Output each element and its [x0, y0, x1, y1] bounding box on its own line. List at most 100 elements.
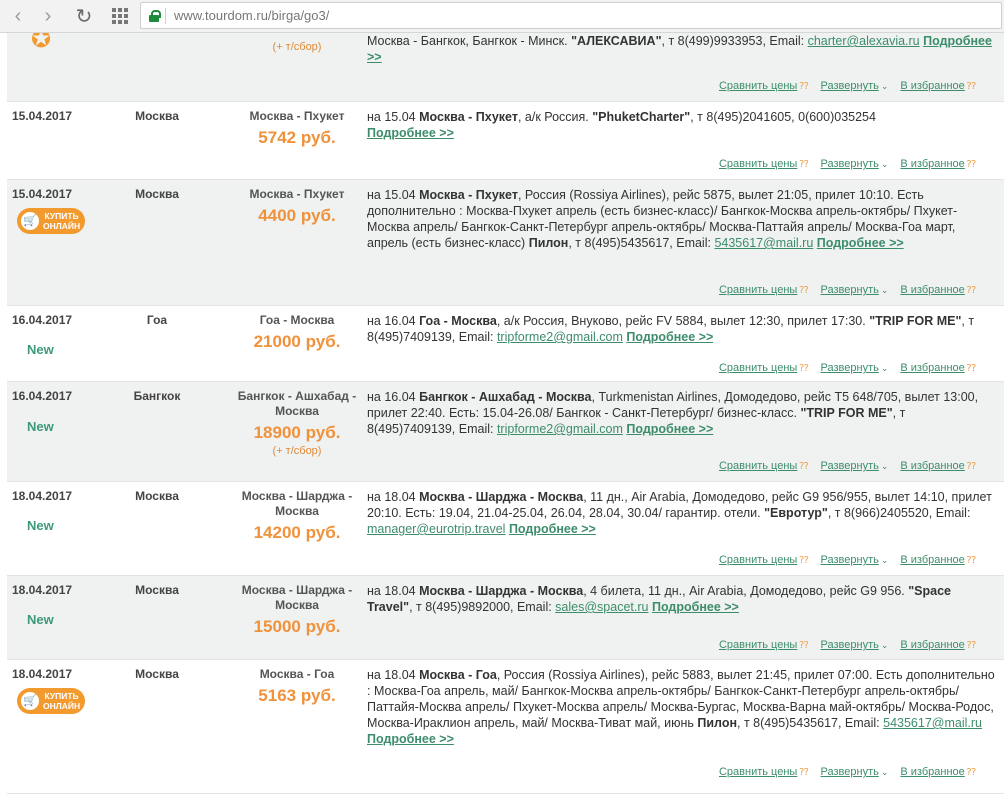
table-row: 16.04.2017 New Гоа Гоа - Москва 21000 ру… [7, 306, 1004, 382]
route-name: Москва - Пхукет [249, 187, 345, 201]
chevron-down-icon: ⌄ [880, 461, 889, 471]
route-name: Бангкок - Ашхабад - Москва [237, 389, 357, 418]
add-favorite-link[interactable]: В избранное [900, 158, 964, 170]
offer-description: на 18.04 Москва - Шарджа - Москва, 4 бил… [367, 584, 951, 614]
online-label: ОНЛАЙН [43, 221, 81, 231]
table-row: 16.04.2017 New Бангкок Бангкок - Ашхабад… [7, 382, 1004, 482]
offer-description: Москва - Бангкок, Бангкок - Минск. "АЛЕК… [367, 34, 992, 64]
apps-grid-icon[interactable] [108, 4, 132, 28]
chevron-down-icon: ⌄ [880, 767, 889, 777]
buy-online-button[interactable]: 🛒 КУПИТЬ ОНЛАЙН [17, 688, 85, 714]
charter-listing: ✪ (+ т/сбор) Москва - Бангкок, Бангкок -… [7, 33, 1004, 794]
url-text: www.tourdom.ru/birga/go3/ [174, 8, 330, 23]
add-favorite-link[interactable]: В избранное [900, 460, 964, 472]
address-bar[interactable]: www.tourdom.ru/birga/go3/ [140, 2, 1002, 29]
table-row: 18.04.2017 🛒 КУПИТЬ ОНЛАЙН Москва Москва … [7, 660, 1004, 794]
table-row: ✪ (+ т/сбор) Москва - Бангкок, Бангкок -… [7, 33, 1004, 102]
offer-description: на 18.04 Москва - Гоа, Россия (Rossiya A… [367, 668, 995, 746]
compare-prices-link[interactable]: Сравнить цены [719, 158, 797, 170]
help-icon: ⁇ [966, 461, 976, 472]
row-actions: Сравнить цены ⁇ Развернуть ⌄ В избранное ⁇ [719, 554, 976, 566]
chevron-down-icon: ⌄ [880, 159, 889, 169]
row-actions: Сравнить цены ⁇ Развернуть ⌄ В избранное ⁇ [719, 362, 976, 374]
expand-link[interactable]: Развернуть [821, 362, 879, 374]
compare-prices-link[interactable]: Сравнить цены [719, 80, 797, 92]
route-name: Гоа - Москва [259, 313, 335, 327]
reload-icon[interactable]: ↻ [72, 4, 96, 28]
help-icon: ⁇ [799, 640, 809, 651]
departure-date: 16.04.2017 [12, 313, 73, 327]
compare-prices-link[interactable]: Сравнить цены [719, 284, 797, 296]
forward-arrow-icon[interactable]: › [36, 4, 60, 28]
price: 5163 руб. [258, 686, 336, 705]
departure-city: Москва [135, 187, 179, 201]
expand-link[interactable]: Развернуть [821, 80, 879, 92]
new-badge: New [27, 518, 54, 533]
help-icon: ⁇ [799, 555, 809, 566]
expand-link[interactable]: Развернуть [821, 460, 879, 472]
add-favorite-link[interactable]: В избранное [900, 639, 964, 651]
route-name: Москва - Пхукет [249, 109, 345, 123]
new-badge: New [27, 612, 54, 627]
departure-city: Москва [135, 109, 179, 123]
offer-description: на 15.04 Москва - Пхукет, Россия (Rossiy… [367, 188, 958, 250]
compare-prices-link[interactable]: Сравнить цены [719, 639, 797, 651]
price: 18900 руб. [253, 423, 341, 442]
chevron-down-icon: ⌄ [880, 81, 889, 91]
online-label: ОНЛАЙН [43, 701, 81, 711]
price: 15000 руб. [253, 617, 341, 636]
cart-icon: 🛒 [21, 692, 39, 710]
row-actions: Сравнить цены ⁇ Развернуть ⌄ В избранное ⁇ [719, 158, 976, 170]
table-row: 18.04.2017 New Москва Москва - Шарджа - … [7, 482, 1004, 576]
expand-link[interactable]: Развернуть [821, 554, 879, 566]
price: 4400 руб. [258, 206, 336, 225]
departure-date: 18.04.2017 [12, 583, 73, 597]
tax-note: (+ т/сбор) [272, 445, 322, 457]
help-icon: ⁇ [799, 767, 809, 778]
compare-prices-link[interactable]: Сравнить цены [719, 554, 797, 566]
buy-label: КУПИТЬ [44, 211, 79, 221]
chevron-down-icon: ⌄ [880, 640, 889, 650]
compare-prices-link[interactable]: Сравнить цены [719, 362, 797, 374]
departure-city: Гоа [146, 313, 168, 327]
table-row: 15.04.2017 Москва Москва - Пхукет 5742 р… [7, 102, 1004, 180]
browser-toolbar: ‹ › ↻ www.tourdom.ru/birga/go3/ [0, 0, 1004, 33]
route-name: Москва - Шарджа - Москва [241, 489, 353, 518]
help-icon: ⁇ [799, 159, 809, 170]
price: 5742 руб. [258, 128, 336, 147]
price: 21000 руб. [253, 332, 341, 351]
table-row: 15.04.2017 🛒 КУПИТЬ ОНЛАЙН Москва Москва … [7, 180, 1004, 306]
new-badge: New [27, 419, 54, 434]
help-icon: ⁇ [799, 461, 809, 472]
departure-date: 15.04.2017 [12, 187, 73, 201]
help-icon: ⁇ [966, 159, 976, 170]
departure-date: 18.04.2017 [12, 489, 73, 503]
back-arrow-icon[interactable]: ‹ [6, 4, 30, 28]
compare-prices-link[interactable]: Сравнить цены [719, 766, 797, 778]
expand-link[interactable]: Развернуть [821, 158, 879, 170]
buy-online-button[interactable]: 🛒 КУПИТЬ ОНЛАЙН [17, 208, 85, 234]
add-favorite-link[interactable]: В избранное [900, 284, 964, 296]
help-icon: ⁇ [966, 767, 976, 778]
expand-link[interactable]: Развернуть [821, 766, 879, 778]
chevron-down-icon: ⌄ [880, 555, 889, 565]
add-favorite-link[interactable]: В избранное [900, 766, 964, 778]
route-name: Москва - Шарджа - Москва [241, 583, 353, 612]
offer-description: на 16.04 Бангкок - Ашхабад - Москва, Tur… [367, 390, 979, 436]
help-icon: ⁇ [799, 285, 809, 296]
compare-prices-link[interactable]: Сравнить цены [719, 460, 797, 472]
lock-icon [149, 9, 161, 22]
help-icon: ⁇ [966, 81, 976, 92]
address-separator [165, 7, 166, 24]
add-favorite-link[interactable]: В избранное [900, 554, 964, 566]
row-actions: Сравнить цены ⁇ Развернуть ⌄ В избранное ⁇ [719, 80, 976, 92]
row-actions: Сравнить цены ⁇ Развернуть ⌄ В избранное ⁇ [719, 766, 976, 778]
expand-link[interactable]: Развернуть [821, 284, 879, 296]
add-favorite-link[interactable]: В избранное [900, 362, 964, 374]
help-icon: ⁇ [966, 555, 976, 566]
help-icon: ⁇ [966, 363, 976, 374]
help-icon: ⁇ [966, 285, 976, 296]
add-favorite-link[interactable]: В избранное [900, 80, 964, 92]
expand-link[interactable]: Развернуть [821, 639, 879, 651]
star-icon: ✪ [31, 33, 52, 53]
